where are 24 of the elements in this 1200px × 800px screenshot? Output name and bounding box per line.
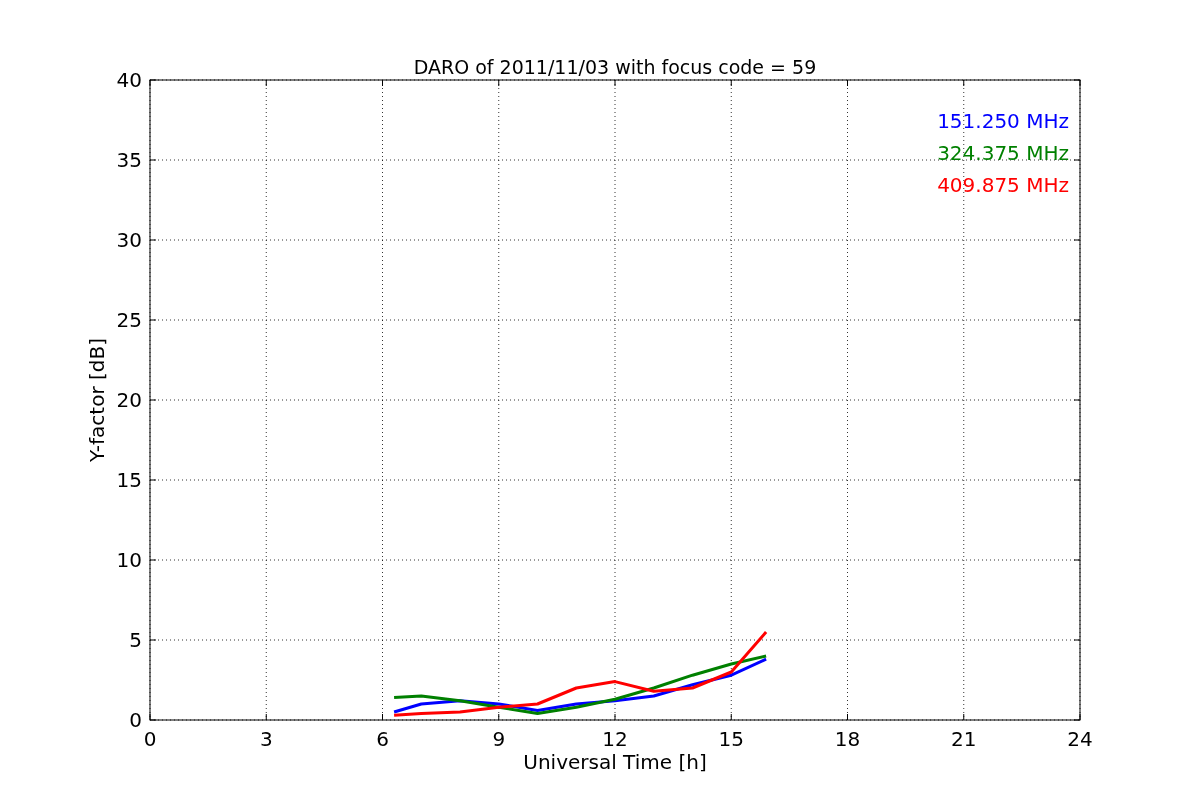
x-tick-label: 18: [834, 727, 861, 751]
y-tick-label: 20: [116, 388, 142, 412]
x-tick-label: 21: [951, 727, 977, 751]
x-tick-label: 24: [1067, 727, 1093, 751]
y-tick-label: 40: [116, 68, 142, 92]
y-tick-label: 0: [129, 708, 142, 732]
legend-label: 409.875 MHz: [937, 173, 1069, 197]
x-tick-label: 15: [718, 727, 744, 751]
x-tick-label: 6: [376, 727, 389, 751]
x-tick-label: 12: [602, 727, 628, 751]
legend-label: 324.375 MHz: [937, 141, 1069, 165]
y-tick-label: 10: [116, 548, 142, 572]
chart-title: DARO of 2011/11/03 with focus code = 59: [413, 56, 817, 78]
y-tick-label: 30: [116, 228, 142, 252]
y-tick-label: 25: [116, 308, 142, 332]
y-tick-label: 35: [116, 148, 142, 172]
y-tick-label: 15: [116, 468, 142, 492]
x-axis-label: Universal Time [h]: [523, 750, 707, 774]
legend-label: 151.250 MHz: [937, 109, 1069, 133]
x-tick-label: 0: [143, 727, 157, 751]
x-tick-label: 9: [492, 727, 506, 751]
x-tick-label: 3: [259, 727, 273, 751]
y-tick-label: 5: [129, 628, 142, 652]
y-axis-label: Y-factor [dB]: [85, 338, 109, 462]
